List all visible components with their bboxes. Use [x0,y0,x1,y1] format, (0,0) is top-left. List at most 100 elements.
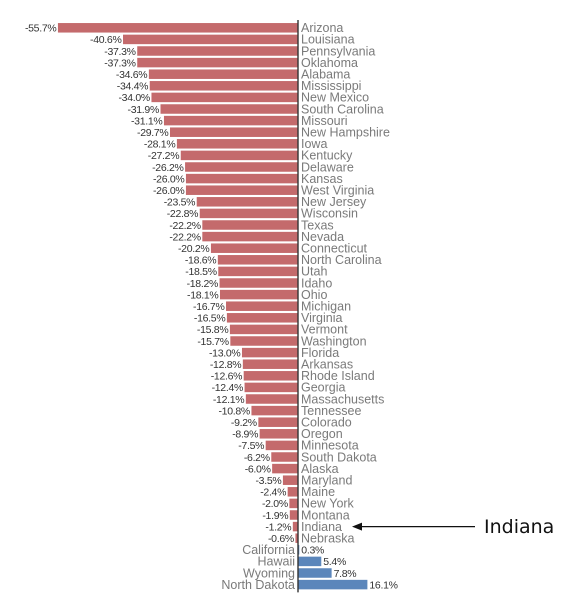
value-label-new-mexico: -34.0% [118,92,149,104]
bar-tennessee [251,405,298,416]
bar-north-dakota [298,579,368,590]
bar-vermont [229,324,298,335]
value-label-wisconsin: -22.8% [167,208,198,220]
value-label-delaware: -26.2% [152,162,183,174]
bar-south-carolina [160,104,298,114]
value-label-louisiana: -40.6% [90,34,121,46]
bar-utah [218,266,298,277]
bar-rhode-island [243,371,298,381]
bar-new-hampshire [169,127,298,137]
value-label-massachusetts: -12.1% [213,394,244,406]
value-label-rhode-island: -12.6% [211,371,242,383]
value-label-west-virginia: -26.0% [153,185,184,197]
bar-washington [230,336,298,346]
state-label-north-dakota: North Dakota [221,578,295,592]
value-label-minnesota: -7.5% [238,440,264,452]
value-label-kentucky: -27.2% [148,150,179,162]
bar-hawaii [298,556,322,567]
value-label-virginia: -16.5% [194,313,225,325]
bar-new-york [289,498,298,509]
bar-west-virginia [185,185,298,195]
bar-nevada [202,231,298,242]
value-label-nevada: -22.2% [169,231,200,243]
value-label-florida: -13.0% [209,347,240,359]
value-label-georgia: -12.4% [212,382,243,394]
value-label-oregon: -8.9% [232,429,258,441]
bar-missouri [163,115,298,126]
bar-new-jersey [196,197,298,207]
value-label-north-carolina: -18.6% [185,255,216,267]
value-label-tennessee: -10.8% [218,405,249,417]
bar-delaware [185,162,298,172]
value-label-new-hampshire: -29.7% [137,127,168,139]
bar-georgia [244,382,298,393]
value-label-colorado: -9.2% [231,417,257,429]
state-change-bar-chart: -55.7% Arizona-40.6% Louisiana-37.3% Pennsy… [25,20,554,593]
bar-maryland [282,475,298,485]
bar-pennsylvania [137,46,298,56]
value-label-oklahoma: -37.3% [104,57,135,69]
value-label-utah: -18.5% [185,266,216,278]
value-label-mississippi: -34.4% [117,81,148,93]
value-label-montana: -1.9% [262,510,288,522]
bar-louisiana [123,34,298,45]
value-label-arkansas: -12.8% [210,359,241,371]
value-label-missouri: -31.1% [131,115,162,127]
annotation-arrowhead-icon [352,522,362,531]
bar-idaho [219,278,298,288]
bar-colorado [258,417,298,427]
bar-oregon [259,429,298,439]
value-label-north-dakota: 16.1% [369,579,397,591]
value-label-maryland: -3.5% [255,475,281,487]
bar-montana [289,510,298,520]
bar-massachusetts [245,394,298,404]
bar-arizona [57,23,298,33]
bar-alaska [272,463,298,474]
bar-indiana [292,521,298,532]
value-label-kansas: -26.0% [153,173,184,185]
value-label-ohio: -18.1% [187,289,218,301]
value-label-alaska: -6.0% [245,463,271,475]
value-label-alabama: -34.6% [116,69,147,81]
value-label-iowa: -28.1% [144,139,175,151]
bar-kansas [185,173,298,184]
value-label-hawaii: 5.4% [323,556,346,568]
bar-new-mexico [151,92,298,103]
value-label-pennsylvania: -37.3% [104,46,135,58]
bar-connecticut [210,243,298,253]
bar-mississippi [149,81,298,91]
value-label-south-carolina: -31.9% [128,104,159,116]
bar-wyoming [298,568,332,578]
bar-texas [202,220,298,230]
value-label-indiana: -1.2% [265,521,291,533]
bar-oklahoma [137,57,298,68]
value-label-new-jersey: -23.5% [164,197,195,209]
value-label-idaho: -18.2% [187,278,218,290]
annotation-layer: Indiana [352,516,554,538]
bar-alabama [148,69,298,79]
value-label-california: 0.3% [301,545,324,557]
bar-michigan [226,301,298,311]
bar-arkansas [242,359,298,369]
value-label-maine: -2.4% [260,487,286,499]
bar-maine [287,487,298,497]
value-label-connecticut: -20.2% [178,243,209,255]
value-label-michigan: -16.7% [193,301,224,313]
value-label-washington: -15.7% [197,336,228,348]
bar-minnesota [265,440,298,451]
bar-south-dakota [271,452,298,462]
bar-ohio [219,289,298,300]
value-label-south-dakota: -6.2% [244,452,270,464]
value-label-arizona: -55.7% [25,23,56,35]
state-label-nebraska: Nebraska [301,532,355,546]
value-label-vermont: -15.8% [197,324,228,336]
value-label-wyoming: 7.8% [334,568,357,580]
bar-virginia [226,313,298,323]
bar-north-carolina [217,255,298,265]
bar-iowa [176,139,298,149]
value-label-new-york: -2.0% [262,498,288,510]
annotation-label: Indiana [484,516,554,538]
bar-florida [241,347,298,358]
bar-wisconsin [199,208,298,219]
value-label-texas: -22.2% [169,220,200,232]
